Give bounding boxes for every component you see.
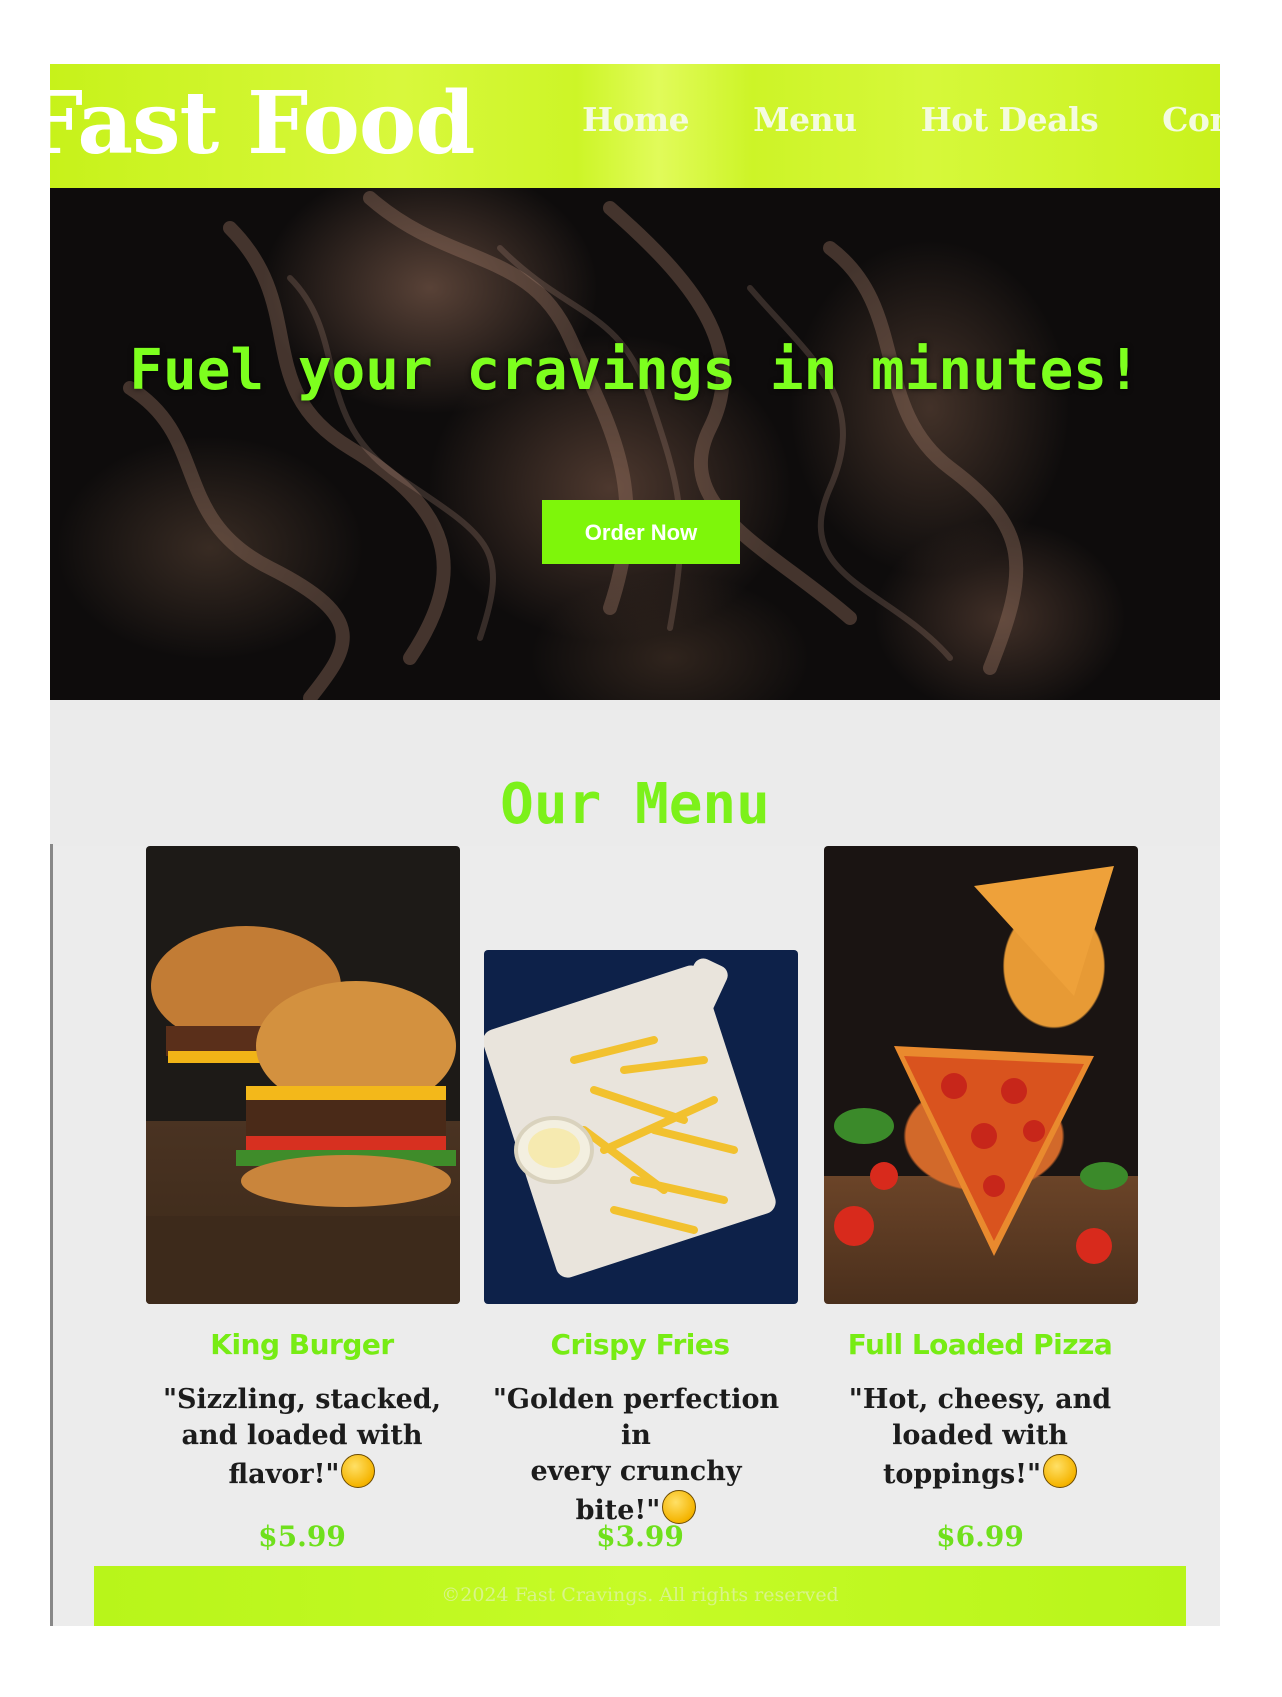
description-line: "Sizzling, stacked, <box>162 1384 442 1415</box>
menu-item-title[interactable]: King Burger <box>132 1328 472 1361</box>
menu-item-price: $6.99 <box>936 1520 1024 1553</box>
nav-menu[interactable]: Menu <box>753 100 857 139</box>
menu-item-price: $5.99 <box>258 1520 346 1553</box>
order-now-button[interactable]: Order Now <box>542 500 740 564</box>
site-footer: ©2024 Fast Cravings. All rights reserved <box>94 1566 1186 1626</box>
page: Fast Food Home Menu Hot Deals Cont Fuel … <box>50 64 1220 1626</box>
main-nav: Home Menu Hot Deals Cont <box>582 100 1220 139</box>
divider <box>50 844 53 1626</box>
menu-item-description: "Golden perfection in every crunchy bite… <box>486 1382 786 1529</box>
menu-item-title[interactable]: Full Loaded Pizza <box>810 1328 1150 1361</box>
smoke-background <box>123 191 1024 700</box>
menu-item-description: "Sizzling, stacked, and loaded with flav… <box>152 1382 452 1493</box>
king-burger-image[interactable] <box>146 846 460 1304</box>
nav-home[interactable]: Home <box>582 100 690 139</box>
hero-title: Fuel your cravings in minutes! <box>129 338 1141 403</box>
menu-item-title[interactable]: Crispy Fries <box>470 1328 810 1361</box>
description-line: "Golden perfection in <box>492 1384 780 1451</box>
hero-section: Fuel your cravings in minutes! Order Now <box>50 188 1220 700</box>
description-line: loaded with <box>892 1420 1068 1451</box>
menu-item-description: "Hot, cheesy, and loaded with toppings!" <box>830 1382 1130 1493</box>
crispy-fries-image[interactable] <box>484 950 798 1304</box>
tongue-out-face-icon <box>341 1454 376 1488</box>
description-line: "Hot, cheesy, and <box>848 1384 1112 1415</box>
menu-item-price: $3.99 <box>596 1520 684 1553</box>
menu-heading: Our Menu <box>500 772 770 837</box>
copyright-text: ©2024 Fast Cravings. All rights reserved <box>441 1584 839 1606</box>
description-line: flavor!" <box>228 1459 340 1490</box>
description-line: and loaded with <box>181 1420 423 1451</box>
yum-face-icon <box>1043 1454 1078 1488</box>
description-line: every crunchy <box>530 1456 742 1487</box>
nav-hot-deals[interactable]: Hot Deals <box>921 100 1099 139</box>
site-header: Fast Food Home Menu Hot Deals Cont <box>50 64 1220 188</box>
description-line: toppings!" <box>882 1459 1042 1490</box>
full-loaded-pizza-image[interactable] <box>824 846 1138 1304</box>
site-logo[interactable]: Fast Food <box>50 70 475 178</box>
nav-contact[interactable]: Cont <box>1162 100 1220 139</box>
smiling-face-icon <box>662 1490 697 1524</box>
